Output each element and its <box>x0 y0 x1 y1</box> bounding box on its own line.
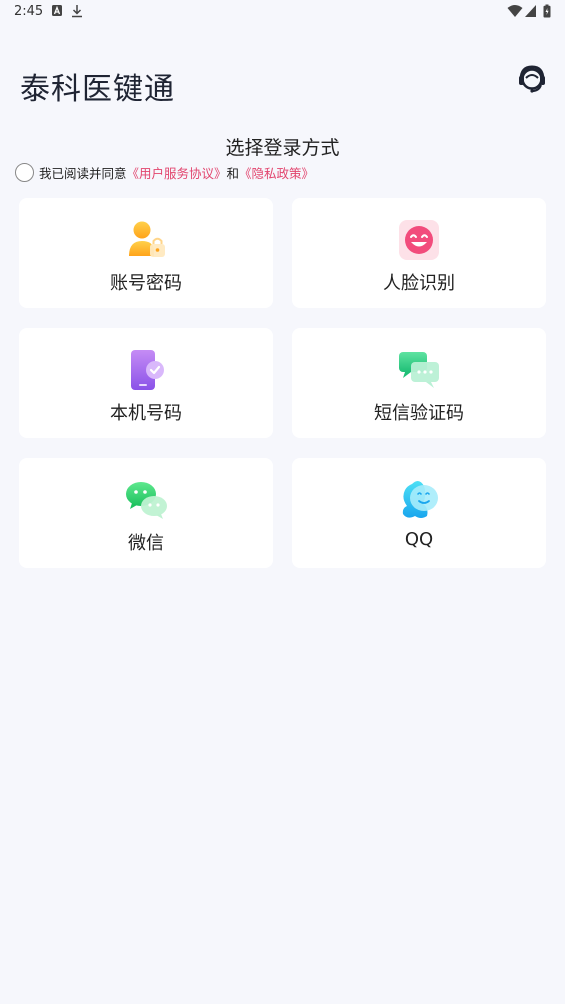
login-card-face[interactable]: 人脸识别 <box>292 198 546 308</box>
battery-icon <box>543 4 551 18</box>
login-method-title: 选择登录方式 <box>225 137 340 159</box>
headset-icon <box>519 65 545 93</box>
login-card-label: 人脸识别 <box>383 273 455 294</box>
customer-service-button[interactable] <box>517 64 547 94</box>
phone-check-icon <box>131 350 164 390</box>
terms-link[interactable]: 《用户服务协议》 <box>127 163 227 182</box>
download-icon <box>72 5 82 18</box>
font-icon <box>52 5 62 16</box>
login-card-local-number[interactable]: 本机号码 <box>19 328 273 438</box>
qq-icon <box>402 480 438 518</box>
login-card-wechat[interactable]: 微信 <box>19 458 273 568</box>
privacy-link[interactable]: 《隐私政策》 <box>239 163 314 182</box>
signal-icon <box>525 5 536 17</box>
login-card-sms[interactable]: 短信验证码 <box>292 328 546 438</box>
status-time: 2:45 <box>14 4 44 19</box>
wechat-icon <box>126 482 167 519</box>
agreement-prefix: 我已阅读并同意 <box>39 165 127 181</box>
user-lock-icon <box>129 221 165 257</box>
agreement-row: 我已阅读并同意 《用户服务协议》 和 《隐私政策》 <box>15 162 314 182</box>
login-card-label: 本机号码 <box>110 403 182 424</box>
login-card-label: 账号密码 <box>110 273 182 294</box>
login-card-label: 短信验证码 <box>374 403 464 424</box>
status-bar: 2:45 <box>0 0 565 24</box>
login-card-label: 微信 <box>128 533 164 554</box>
login-card-qq[interactable]: QQ <box>292 458 546 568</box>
app-title: 泰科医键通 <box>20 72 175 107</box>
wifi-icon <box>507 5 523 17</box>
agreement-checkbox[interactable] <box>15 162 34 182</box>
sms-icon <box>399 352 439 388</box>
agreement-conj: 和 <box>226 165 240 181</box>
login-card-password[interactable]: 账号密码 <box>19 198 273 308</box>
login-card-label: QQ <box>404 529 434 550</box>
face-icon <box>399 220 439 260</box>
